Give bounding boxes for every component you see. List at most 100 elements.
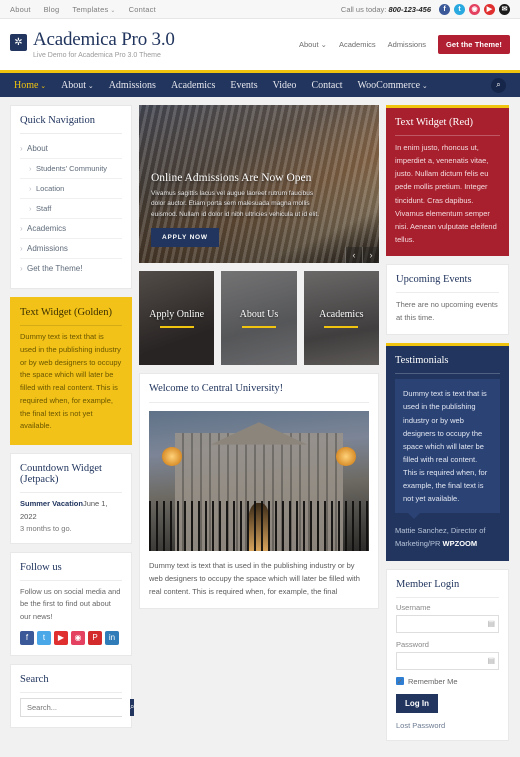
quick-nav-item: About bbox=[20, 139, 122, 159]
quick-nav-link-staff[interactable]: Staff bbox=[20, 199, 122, 218]
linkedin-icon[interactable]: in bbox=[105, 630, 119, 645]
site-title[interactable]: Academica Pro 3.0 bbox=[33, 29, 175, 51]
golden-widget-body: Dummy text is text that is used in the p… bbox=[20, 332, 122, 431]
get-the-theme-button[interactable]: Get the Theme! bbox=[438, 35, 510, 54]
golden-widget-title: Text Widget (Golden) bbox=[20, 307, 122, 326]
password-label: Password bbox=[396, 639, 429, 649]
slider-next-icon[interactable]: › bbox=[362, 247, 379, 263]
username-label: Username bbox=[396, 602, 431, 612]
hero-slide-description: Vivamus sagittis lacus vel augue laoreet… bbox=[151, 189, 319, 218]
gear-glyph: ✲ bbox=[14, 36, 23, 48]
chevron-down-icon: ⌄ bbox=[86, 81, 94, 90]
feature-tile-academics[interactable]: Academics bbox=[303, 271, 379, 365]
follow-us-body: Follow us on social media and be the fir… bbox=[20, 586, 121, 622]
top-nav-item-blog[interactable]: Blog bbox=[44, 5, 60, 14]
instagram-icon[interactable]: ◉ bbox=[469, 3, 480, 15]
site-branding[interactable]: ✲ Academica Pro 3.0 Live Demo for Academ… bbox=[10, 29, 175, 59]
search-submit-button[interactable]: ⌕ bbox=[130, 698, 135, 716]
remember-me-row[interactable]: ✓ Remember Me bbox=[396, 677, 499, 686]
follow-us-icons: f t ▶ ◉ Pin bbox=[20, 630, 122, 645]
feature-tile-underline bbox=[324, 325, 359, 328]
next-glyph: › bbox=[369, 250, 373, 260]
slider-arrows: ‹ › bbox=[345, 247, 379, 263]
feature-tile-apply-online[interactable]: Apply Online bbox=[139, 271, 215, 365]
search-form: ⌕ bbox=[20, 697, 135, 717]
username-field[interactable]: ▤ bbox=[396, 614, 499, 633]
quick-nav-link-academics[interactable]: Academics bbox=[20, 219, 122, 238]
header-nav-item-admissions[interactable]: Admissions bbox=[388, 40, 426, 49]
feature-tile-underline bbox=[159, 325, 194, 328]
countdown-remaining: 3 months to go. bbox=[20, 523, 72, 533]
chevron-down-icon: ⌄ bbox=[38, 81, 47, 90]
apply-now-button[interactable]: APPLY NOW bbox=[151, 228, 219, 247]
hero-slide-title: Online Admissions Are Now Open bbox=[151, 171, 312, 184]
email-icon[interactable]: ✉ bbox=[499, 3, 510, 15]
quick-nav-item: Admissions bbox=[20, 239, 122, 259]
top-nav: About Blog Templates ⌄ Contact bbox=[10, 5, 156, 14]
testimonial-quote: Dummy text is text that is used in the p… bbox=[395, 379, 500, 520]
nav-item-admissions[interactable]: Admissions bbox=[109, 80, 156, 91]
nav-item-woocommerce[interactable]: WooCommerce ⌄ bbox=[358, 80, 428, 91]
testimonials-title: Testimonials bbox=[395, 355, 500, 375]
left-sidebar: Quick Navigation AboutStudents' Communit… bbox=[10, 105, 135, 736]
hero-slider[interactable]: Online Admissions Are Now Open Vivamus s… bbox=[139, 105, 379, 263]
nav-item-contact[interactable]: Contact bbox=[311, 80, 342, 91]
search-input[interactable] bbox=[21, 698, 130, 716]
nav-item-about[interactable]: About ⌄ bbox=[61, 80, 94, 91]
quick-navigation-title: Quick Navigation bbox=[20, 115, 122, 134]
site-header: ✲ Academica Pro 3.0 Live Demo for Academ… bbox=[0, 19, 520, 70]
widget-countdown: Countdown Widget (Jetpack) Summer Vacati… bbox=[10, 453, 132, 544]
username-field-icon: ▤ bbox=[487, 619, 495, 629]
quick-nav-item: Get the Theme! bbox=[20, 259, 122, 278]
quick-nav-link-admissions[interactable]: Admissions bbox=[20, 239, 122, 258]
widget-upcoming-events: Upcoming Events There are no upcoming ev… bbox=[386, 264, 509, 336]
nav-item-video[interactable]: Video bbox=[273, 80, 297, 91]
top-nav-item-templates[interactable]: Templates ⌄ bbox=[72, 5, 115, 14]
prev-glyph: ‹ bbox=[352, 250, 356, 260]
log-in-button[interactable]: Log In bbox=[396, 693, 438, 713]
quick-nav-link-location[interactable]: Location bbox=[20, 179, 122, 198]
top-nav-item-about[interactable]: About bbox=[10, 5, 31, 14]
twitter-icon[interactable]: t bbox=[37, 630, 51, 645]
slider-prev-icon[interactable]: ‹ bbox=[345, 247, 362, 263]
feature-tile-about-us[interactable]: About Us bbox=[221, 271, 297, 365]
welcome-body: Dummy text is text that is used in the p… bbox=[149, 561, 360, 597]
nav-item-home[interactable]: Home ⌄ bbox=[14, 80, 46, 91]
header-nav-item-academics[interactable]: Academics bbox=[339, 40, 376, 49]
pinterest-icon[interactable]: P bbox=[88, 630, 102, 645]
follow-us-title: Follow us bbox=[20, 562, 122, 581]
header-nav-item-about[interactable]: About ⌄ bbox=[299, 40, 327, 49]
chevron-down-icon: ⌄ bbox=[318, 40, 327, 49]
feature-tiles: Apply Online About Us Academics bbox=[139, 271, 379, 365]
quick-nav-link-get-the-theme[interactable]: Get the Theme! bbox=[20, 259, 122, 278]
quick-nav-link-students-community[interactable]: Students' Community bbox=[20, 159, 122, 178]
welcome-title: Welcome to Central University! bbox=[149, 383, 369, 403]
upcoming-events-title: Upcoming Events bbox=[396, 274, 499, 293]
password-field[interactable]: ▤ bbox=[396, 651, 499, 670]
nav-item-events[interactable]: Events bbox=[230, 80, 257, 91]
search-icon[interactable]: ⌕ bbox=[491, 77, 506, 93]
facebook-icon[interactable]: f bbox=[439, 3, 450, 15]
primary-navigation: Home ⌄ About ⌄ Admissions Academics Events Vi… bbox=[0, 70, 520, 97]
facebook-icon[interactable]: f bbox=[20, 630, 34, 645]
quick-nav-item: Location bbox=[20, 179, 122, 199]
quick-nav-link-about[interactable]: About bbox=[20, 139, 122, 158]
upcoming-events-body: There are no upcoming events at this tim… bbox=[396, 300, 498, 323]
widget-quick-navigation: Quick Navigation AboutStudents' Communit… bbox=[10, 105, 132, 289]
instagram-icon[interactable]: ◉ bbox=[71, 630, 85, 645]
widget-text-golden: Text Widget (Golden) Dummy text is text … bbox=[10, 297, 132, 445]
widget-text-red: Text Widget (Red) In enim justo, rhoncus… bbox=[386, 105, 509, 256]
lost-password-link[interactable]: Lost Password bbox=[396, 721, 499, 730]
quick-navigation-list: AboutStudents' CommunityLocationStaffAca… bbox=[20, 139, 122, 278]
youtube-icon[interactable]: ▶ bbox=[484, 3, 495, 15]
top-nav-item-contact[interactable]: Contact bbox=[129, 5, 156, 14]
twitter-icon[interactable]: t bbox=[454, 3, 465, 15]
youtube-icon[interactable]: ▶ bbox=[54, 630, 68, 645]
nav-item-academics[interactable]: Academics bbox=[171, 80, 215, 91]
top-social-icons: f t ◉ ▶ ✉ bbox=[439, 3, 510, 15]
countdown-event-name: Summer Vacation bbox=[20, 499, 83, 508]
call-us-label: Call us today: bbox=[340, 4, 387, 14]
widget-testimonials: Testimonials Dummy text is text that is … bbox=[386, 343, 509, 561]
remember-me-checkbox[interactable]: ✓ bbox=[396, 677, 404, 686]
testimonial-company: WPZOOM bbox=[442, 539, 478, 549]
